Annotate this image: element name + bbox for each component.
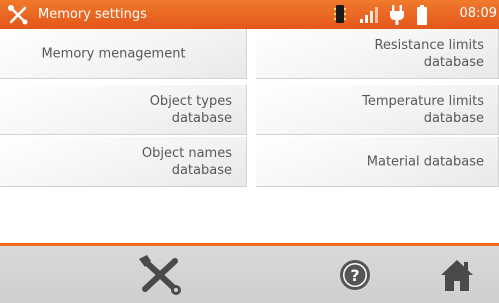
material-database-button[interactable]: Material database bbox=[256, 137, 499, 187]
tile-label: Resistance limits database bbox=[374, 37, 484, 70]
resistance-limits-button[interactable]: Resistance limits database bbox=[256, 29, 499, 79]
object-names-button[interactable]: Object names database bbox=[0, 137, 247, 187]
tile-label: Temperature limits database bbox=[362, 93, 484, 126]
signal-icon bbox=[360, 7, 378, 23]
tile-label: Memory menagement bbox=[41, 46, 186, 61]
title-bar: Memory settings 08:09 bbox=[0, 0, 499, 29]
settings-icon bbox=[139, 254, 181, 295]
help-button[interactable]: ? bbox=[325, 246, 385, 303]
menu-grid: Memory menagement Resistance limits data… bbox=[0, 29, 499, 189]
settings-button[interactable] bbox=[130, 246, 190, 303]
svg-text:?: ? bbox=[350, 266, 359, 285]
memory-management-button[interactable]: Memory menagement bbox=[0, 29, 247, 79]
tile-label: Object types database bbox=[149, 93, 232, 126]
clock: 08:09 bbox=[459, 6, 497, 21]
tile-label: Object names database bbox=[141, 145, 232, 178]
tile-label: Material database bbox=[366, 154, 484, 169]
home-icon bbox=[441, 259, 473, 291]
footer-bar: ? bbox=[0, 246, 499, 303]
page-title: Memory settings bbox=[38, 7, 147, 22]
plug-icon bbox=[390, 5, 404, 25]
battery-icon bbox=[417, 5, 427, 25]
temperature-limits-button[interactable]: Temperature limits database bbox=[256, 85, 499, 135]
help-icon: ? bbox=[340, 259, 370, 290]
object-types-button[interactable]: Object types database bbox=[0, 85, 247, 135]
home-button[interactable] bbox=[427, 246, 487, 303]
wrench-screwdriver-icon bbox=[8, 5, 28, 25]
memory-card-icon bbox=[334, 5, 346, 23]
